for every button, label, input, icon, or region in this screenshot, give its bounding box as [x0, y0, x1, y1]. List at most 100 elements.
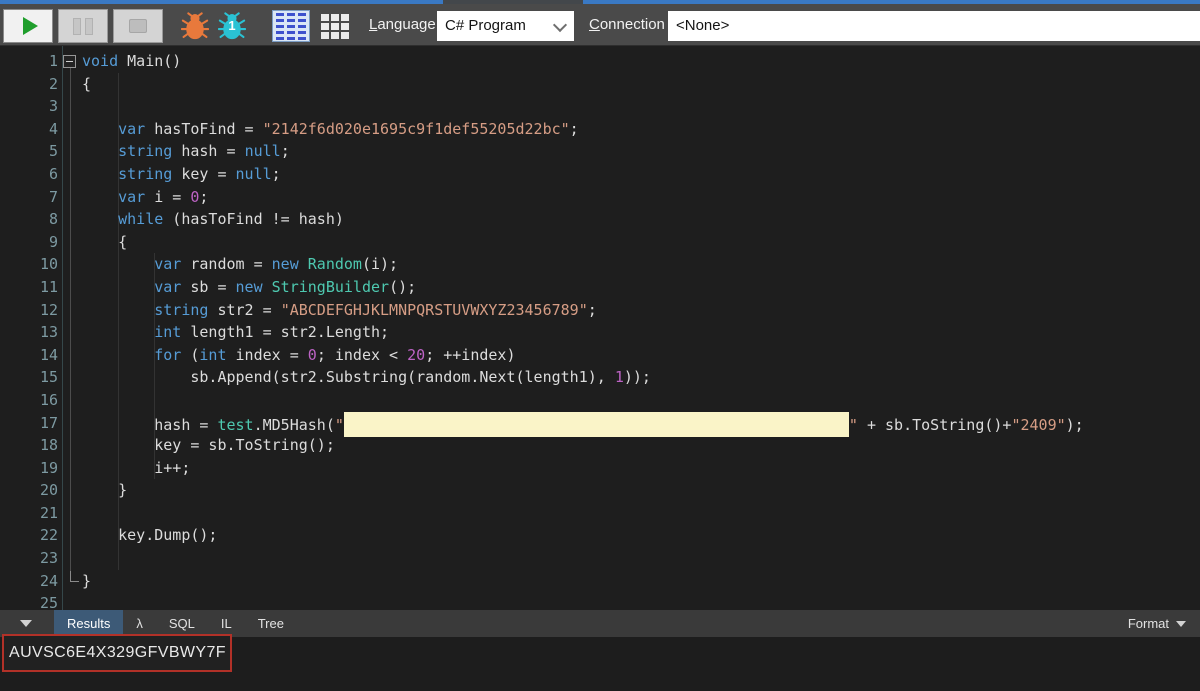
- code-line[interactable]: 15 sb.Append(str2.Substring(random.Next(…: [0, 366, 1200, 389]
- line-number: 4: [0, 118, 58, 141]
- data-grid-icon: [321, 14, 349, 39]
- pause-icon: [73, 18, 93, 35]
- line-number: 17: [0, 412, 58, 435]
- code-line[interactable]: 20 }: [0, 479, 1200, 502]
- code-line[interactable]: 23: [0, 547, 1200, 570]
- code-text: key.Dump();: [82, 524, 217, 547]
- connection-field[interactable]: <None>: [668, 11, 1200, 41]
- code-text: while (hasToFind != hash): [82, 208, 344, 231]
- code-text: void Main(): [82, 50, 181, 73]
- code-line[interactable]: 24}: [0, 570, 1200, 593]
- code-line[interactable]: 22 key.Dump();: [0, 524, 1200, 547]
- code-line[interactable]: 19 i++;: [0, 457, 1200, 480]
- code-text: {: [82, 231, 127, 254]
- line-number: 23: [0, 547, 58, 570]
- tab-sql[interactable]: SQL: [156, 610, 208, 637]
- code-text: sb.Append(str2.Substring(random.Next(len…: [82, 366, 651, 389]
- code-line[interactable]: 18 key = sb.ToString();: [0, 434, 1200, 457]
- code-line[interactable]: 5 string hash = null;: [0, 140, 1200, 163]
- code-lines: 1void Main()2{34 var hasToFind = "2142f6…: [0, 50, 1200, 610]
- rich-text-icon: [276, 13, 306, 40]
- results-tabbar: ResultsλSQLILTree Format: [0, 610, 1200, 637]
- line-number: 14: [0, 344, 58, 367]
- data-grid-results-toggle[interactable]: [316, 10, 354, 42]
- code-text: i++;: [82, 457, 190, 480]
- chevron-down-icon: [1176, 621, 1186, 627]
- run-button[interactable]: [3, 9, 53, 43]
- language-value: C# Program: [445, 17, 526, 34]
- code-text: var sb = new StringBuilder();: [82, 276, 416, 299]
- collapse-panel-icon[interactable]: [20, 620, 32, 627]
- code-line[interactable]: 1 void Main(): [0, 50, 1200, 73]
- code-line[interactable]: 13 int length1 = str2.Length;: [0, 321, 1200, 344]
- code-line[interactable]: 12 string str2 = "ABCDEFGHJKLMNPQRSTUVWX…: [0, 299, 1200, 322]
- debug-button[interactable]: [181, 12, 209, 40]
- toolbar: 1 Language C# Program Connection <None>: [0, 4, 1200, 46]
- line-number: 6: [0, 163, 58, 186]
- code-text: {: [82, 73, 91, 96]
- tab-λ[interactable]: λ: [123, 610, 156, 637]
- debug-badge: 1: [218, 15, 246, 37]
- code-line[interactable]: 4 var hasToFind = "2142f6d020e1695c9f1de…: [0, 118, 1200, 141]
- line-number: 11: [0, 276, 58, 299]
- code-line[interactable]: 21: [0, 502, 1200, 525]
- line-number: 24: [0, 570, 58, 593]
- code-line[interactable]: 16: [0, 389, 1200, 412]
- connection-label: Connection: [589, 4, 665, 46]
- format-dropdown[interactable]: Format: [1128, 616, 1186, 631]
- code-line[interactable]: 9 {: [0, 231, 1200, 254]
- linqpad-window: { "toolbar": { "language_label": "Langua…: [0, 0, 1200, 691]
- stop-icon: [129, 19, 147, 33]
- code-line[interactable]: 11 var sb = new StringBuilder();: [0, 276, 1200, 299]
- bug-icon: [181, 12, 209, 40]
- code-text: }: [82, 479, 127, 502]
- code-line[interactable]: 3: [0, 95, 1200, 118]
- results-panel: AUVSC6E4X329GFVBWY7F: [0, 637, 1200, 691]
- code-text: hash = test.MD5Hash("" + sb.ToString()+"…: [82, 412, 1084, 437]
- line-number: 20: [0, 479, 58, 502]
- debug-single-thread-button[interactable]: 1: [218, 12, 246, 40]
- results-tabs: ResultsλSQLILTree: [54, 610, 297, 637]
- code-line[interactable]: 10 var random = new Random(i);: [0, 253, 1200, 276]
- tab-tree[interactable]: Tree: [245, 610, 297, 637]
- line-number: 8: [0, 208, 58, 231]
- line-number: 12: [0, 299, 58, 322]
- fold-collapse-icon[interactable]: [63, 55, 76, 68]
- code-line[interactable]: 14 for (int index = 0; index < 20; ++ind…: [0, 344, 1200, 367]
- tab-results[interactable]: Results: [54, 610, 123, 637]
- code-text: var hasToFind = "2142f6d020e1695c9f1def5…: [82, 118, 579, 141]
- line-number: 21: [0, 502, 58, 525]
- language-label: Language: [369, 4, 436, 46]
- result-output: AUVSC6E4X329GFVBWY7F: [4, 644, 226, 662]
- line-number: 2: [0, 73, 58, 96]
- pause-button[interactable]: [58, 9, 108, 43]
- line-number: 5: [0, 140, 58, 163]
- line-number: 9: [0, 231, 58, 254]
- rich-text-results-toggle[interactable]: [272, 10, 310, 42]
- code-text: string str2 = "ABCDEFGHJKLMNPQRSTUVWXYZ2…: [82, 299, 597, 322]
- format-label: Format: [1128, 616, 1169, 631]
- line-number: 3: [0, 95, 58, 118]
- line-number: 10: [0, 253, 58, 276]
- code-line[interactable]: 2{: [0, 73, 1200, 96]
- fold-end-icon: [70, 571, 79, 582]
- code-text: int length1 = str2.Length;: [82, 321, 389, 344]
- code-line[interactable]: 8 while (hasToFind != hash): [0, 208, 1200, 231]
- code-line[interactable]: 7 var i = 0;: [0, 186, 1200, 209]
- code-text: string key = null;: [82, 163, 281, 186]
- line-number: 15: [0, 366, 58, 389]
- line-number: 19: [0, 457, 58, 480]
- connection-value: <None>: [676, 17, 729, 34]
- chevron-down-icon: [553, 18, 567, 32]
- line-number: 1: [0, 50, 58, 73]
- language-dropdown[interactable]: C# Program: [437, 11, 574, 41]
- tab-il[interactable]: IL: [208, 610, 245, 637]
- stop-button[interactable]: [113, 9, 163, 43]
- code-line[interactable]: 17 hash = test.MD5Hash("" + sb.ToString(…: [0, 412, 1200, 435]
- line-number: 13: [0, 321, 58, 344]
- code-text: var random = new Random(i);: [82, 253, 398, 276]
- code-line[interactable]: 25: [0, 592, 1200, 610]
- code-editor[interactable]: 1void Main()2{34 var hasToFind = "2142f6…: [0, 46, 1200, 610]
- code-line[interactable]: 6 string key = null;: [0, 163, 1200, 186]
- line-number: 7: [0, 186, 58, 209]
